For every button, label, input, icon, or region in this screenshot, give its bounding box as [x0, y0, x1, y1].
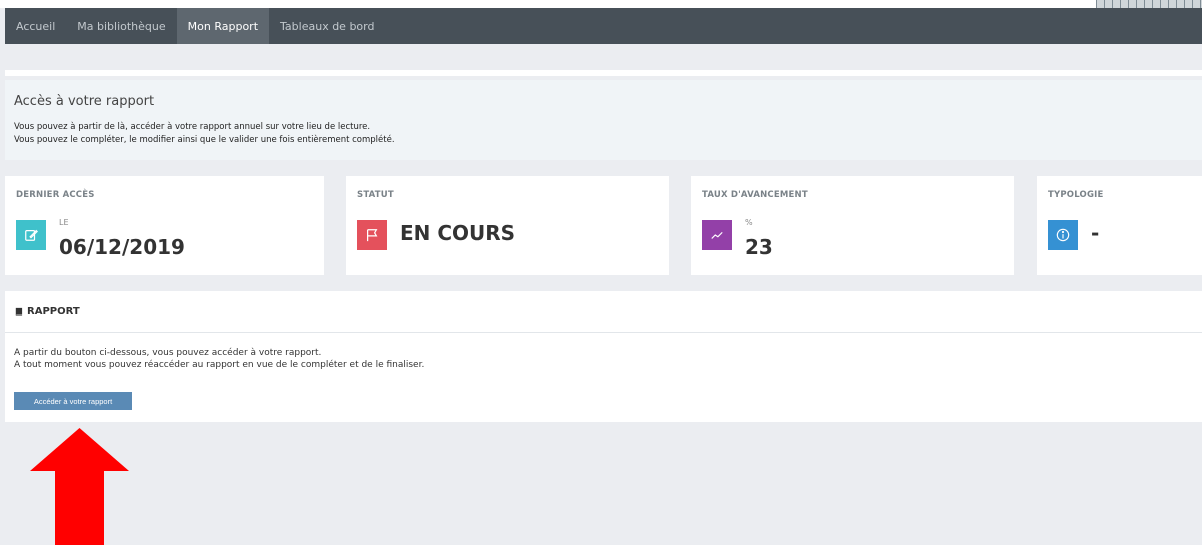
card-title: TYPOLOGIE — [1048, 190, 1104, 200]
nav-item-tableaux-de-bord[interactable]: Tableaux de bord — [269, 8, 385, 44]
card-subtitle: LE — [59, 218, 69, 227]
edit-icon — [16, 220, 46, 250]
nav-item-bibliotheque[interactable]: Ma bibliothèque — [66, 8, 176, 44]
book-icon — [15, 307, 23, 316]
card-title: STATUT — [357, 190, 394, 200]
card-statut: STATUT EN COURS — [346, 176, 669, 275]
card-value: - — [1091, 221, 1100, 245]
card-subtitle: % — [745, 218, 753, 227]
main-navbar: Accueil Ma bibliothèque Mon Rapport Tabl… — [5, 8, 1202, 44]
intro-panel: Accès à votre rapport Vous pouvez à part… — [5, 80, 1202, 160]
card-title: TAUX D'AVANCEMENT — [702, 190, 808, 200]
card-typologie: TYPOLOGIE - — [1037, 176, 1202, 275]
rapport-heading: RAPPORT — [27, 306, 80, 317]
red-arrow-annotation — [30, 428, 129, 545]
nav-item-mon-rapport[interactable]: Mon Rapport — [176, 8, 270, 44]
info-icon — [1048, 220, 1078, 250]
trend-icon — [702, 220, 732, 250]
card-dernier-acces: DERNIER ACCÈS LE 06/12/2019 — [5, 176, 324, 275]
card-value: 06/12/2019 — [59, 235, 185, 259]
rapport-body: A partir du bouton ci-dessous, vous pouv… — [5, 333, 1202, 385]
flag-icon — [357, 220, 387, 250]
card-value: 23 — [745, 235, 773, 259]
rapport-line: A tout moment vous pouvez réaccéder au r… — [14, 360, 425, 370]
rapport-line: A partir du bouton ci-dessous, vous pouv… — [14, 348, 322, 358]
separator-bar — [5, 70, 1202, 76]
rapport-header: RAPPORT — [5, 291, 1202, 333]
top-strip — [0, 0, 1202, 8]
intro-line: Vous pouvez le compléter, le modifier ai… — [14, 135, 395, 145]
card-title: DERNIER ACCÈS — [16, 190, 95, 200]
rapport-panel: RAPPORT A partir du bouton ci-dessous, v… — [5, 291, 1202, 422]
corner-decoration — [1096, 0, 1202, 8]
card-value: EN COURS — [400, 221, 516, 245]
intro-title: Accès à votre rapport — [14, 94, 155, 109]
access-report-button[interactable]: Accéder à votre rapport — [14, 392, 132, 410]
nav-item-accueil[interactable]: Accueil — [5, 8, 66, 44]
intro-line: Vous pouvez à partir de là, accéder à vo… — [14, 122, 371, 132]
card-taux-avancement: TAUX D'AVANCEMENT % 23 — [691, 176, 1014, 275]
